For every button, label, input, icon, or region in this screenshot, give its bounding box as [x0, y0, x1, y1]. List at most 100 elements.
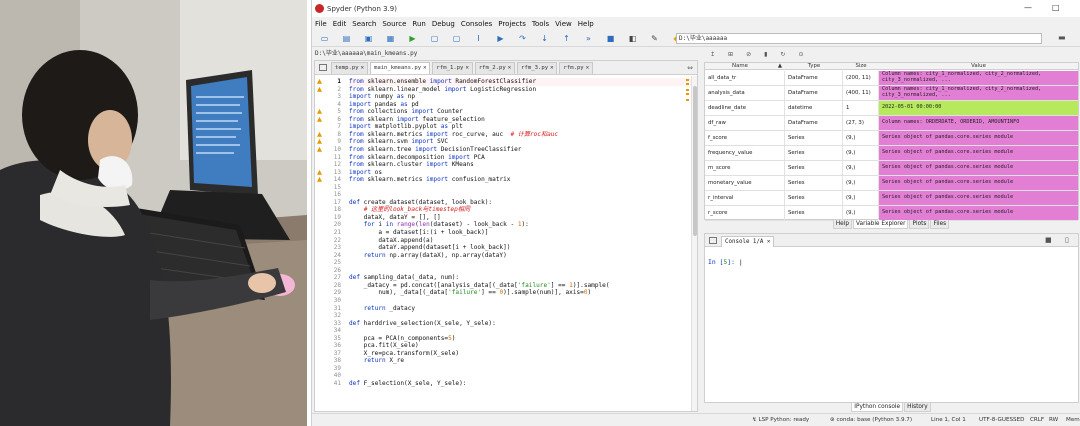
menu-item-view[interactable]: View	[555, 20, 572, 28]
warning-icon[interactable]: ▲	[317, 145, 324, 153]
save-all-icon[interactable]: ▦	[386, 34, 395, 43]
ve-header-name[interactable]: Name	[705, 63, 775, 69]
code-line[interactable]: for i in range(len(dataset) - look_back …	[349, 221, 529, 229]
step-icon[interactable]: ↷	[518, 34, 527, 43]
working-directory-input[interactable]: D:\毕业\aaaaaa	[676, 33, 1042, 44]
restore-icon[interactable]: □	[1052, 3, 1060, 12]
code-line[interactable]: return _datacy	[349, 305, 415, 313]
options-icon[interactable]: ⊙	[798, 51, 803, 58]
console-tab[interactable]: Console 1/A ✕	[721, 236, 775, 247]
code-line[interactable]: from sklearn.metrics import roc_curve, a…	[349, 131, 558, 139]
code-line[interactable]: X_re=pca.transform(X_sele)	[349, 350, 459, 358]
variable-row[interactable]: monetary_value Series (9,) Series object of…	[705, 176, 1078, 191]
console-menu-icon[interactable]: ▯	[1065, 236, 1069, 244]
code-line[interactable]: import os	[349, 169, 382, 177]
stop-icon[interactable]: ■	[606, 34, 615, 43]
close-icon[interactable]: ✕	[550, 65, 553, 71]
debug-icon[interactable]: ▶	[496, 34, 505, 43]
code-line[interactable]: from sklearn.decomposition import PCA	[349, 154, 485, 162]
code-area[interactable]: from sklearn.ensemble import RandomFores…	[349, 76, 693, 411]
code-line[interactable]: import numpy as np	[349, 93, 415, 101]
code-line[interactable]: def F_selection(X_sele, Y_sele):	[349, 380, 466, 388]
tab-ipython-console[interactable]: IPython console	[851, 403, 904, 412]
close-icon[interactable]: ✕	[508, 65, 511, 71]
browse-folder-icon[interactable]: ▬	[1058, 33, 1066, 42]
pane-options-icon[interactable]	[709, 237, 717, 244]
tab-plots[interactable]: Plots	[909, 220, 930, 229]
code-line[interactable]: num), _data[(_data['failure'] == 0)].sam…	[349, 289, 591, 297]
editor-tab-rfm_3-py[interactable]: rfm_3.py ✕	[517, 62, 558, 74]
maximize-pane-icon[interactable]: ◧	[628, 34, 637, 43]
variable-row[interactable]: all_data_tr DataFrame (200, 11) Column name…	[705, 71, 1078, 86]
tab-help[interactable]: Help	[832, 220, 853, 229]
variable-row[interactable]: frequency_value Series (9,) Series object o…	[705, 146, 1078, 161]
code-line[interactable]: from sklearn.metrics import confusion_ma…	[349, 176, 510, 184]
warning-icon[interactable]: ▲	[317, 115, 324, 123]
close-icon[interactable]: ✕	[465, 65, 468, 71]
tab-menu-icon[interactable]: ⇔	[687, 64, 693, 72]
warning-icon[interactable]: ▲	[317, 78, 324, 85]
menu-item-debug[interactable]: Debug	[432, 20, 455, 28]
stop-kernel-icon[interactable]: ■	[1045, 236, 1052, 244]
ve-header-value[interactable]: Value	[879, 63, 1078, 69]
menu-item-source[interactable]: Source	[382, 20, 406, 28]
code-line[interactable]: import matplotlib.pyplot as plt	[349, 123, 463, 131]
open-file-icon[interactable]: ▤	[342, 34, 351, 43]
code-line[interactable]: import pandas as pd	[349, 101, 419, 109]
variable-row[interactable]: analysis_data DataFrame (400, 11) Column na…	[705, 86, 1078, 101]
pane-options-icon[interactable]	[319, 64, 327, 71]
warning-icon[interactable]: ▲	[317, 85, 324, 93]
ve-header-type[interactable]: Type	[785, 63, 843, 69]
menu-item-tools[interactable]: Tools	[532, 20, 549, 28]
refresh-icon[interactable]: ▮	[764, 51, 767, 58]
code-line[interactable]: pca.fit(X_sele)	[349, 342, 419, 350]
variable-row[interactable]: deadline_date datetime 1 2022-05-01 00:00:0…	[705, 101, 1078, 116]
run-selection-icon[interactable]: Ⅰ	[474, 34, 483, 43]
code-line[interactable]: def sampling_data(_data, num):	[349, 274, 459, 282]
close-icon[interactable]: ✕	[361, 65, 364, 71]
code-line[interactable]: from sklearn import feature_selection	[349, 116, 485, 124]
variable-row[interactable]: df_raw DataFrame (27, 3) Column names: ORDE…	[705, 116, 1078, 131]
continue-icon[interactable]: »	[584, 34, 593, 43]
run-icon[interactable]: ▶	[408, 34, 417, 43]
menu-item-search[interactable]: Search	[352, 20, 376, 28]
tab-history[interactable]: History	[904, 403, 931, 412]
menu-item-run[interactable]: Run	[412, 20, 425, 28]
editor-tab-main_kmeans-py[interactable]: main_kmeans.py ✕	[369, 62, 431, 74]
menu-item-consoles[interactable]: Consoles	[461, 20, 492, 28]
menu-item-edit[interactable]: Edit	[333, 20, 347, 28]
editor-tab-rfm_2-py[interactable]: rfm_2.py ✕	[474, 62, 516, 74]
editor-scrollbar[interactable]	[691, 76, 697, 411]
new-file-icon[interactable]: ▭	[320, 34, 329, 43]
tab-variable-explorer[interactable]: Variable Explorer	[853, 220, 909, 229]
variable-row[interactable]: r_interval Series (9,) Series object of pan…	[705, 191, 1078, 206]
code-line[interactable]: from sklearn.svm import SVC	[349, 138, 448, 146]
code-line[interactable]: dataX, dataY = [], []	[349, 214, 441, 222]
code-line[interactable]: pca = PCA(n_components=5)	[349, 335, 456, 343]
code-line[interactable]: return X_re	[349, 357, 404, 365]
code-line[interactable]: from sklearn.ensemble import RandomFores…	[349, 78, 693, 86]
ve-header-size[interactable]: Size	[843, 63, 879, 69]
editor-tab-rfm-py[interactable]: rfm.py ✕	[559, 62, 594, 74]
step-into-icon[interactable]: ↓	[540, 34, 549, 43]
code-line[interactable]: # 这里的look_back与timestep相同	[349, 206, 470, 214]
step-return-icon[interactable]: ↑	[562, 34, 571, 43]
save-icon[interactable]: ▣	[364, 34, 373, 43]
code-line[interactable]: dataY.append(dataset[i + look_back])	[349, 244, 510, 252]
close-icon[interactable]: ✕	[423, 65, 426, 71]
editor-scrollbar-thumb[interactable]	[693, 86, 697, 236]
code-line[interactable]: return np.array(dataX), np.array(dataY)	[349, 252, 507, 260]
menu-item-file[interactable]: File	[315, 20, 327, 28]
warning-icon[interactable]: ▲	[317, 176, 324, 183]
tab-files[interactable]: Files	[930, 220, 950, 229]
close-icon[interactable]: ✕	[586, 65, 589, 71]
code-line[interactable]: from sklearn.linear_model import Logisti…	[349, 86, 536, 94]
code-line[interactable]: dataX.append(a)	[349, 237, 433, 245]
preferences-icon[interactable]: ✎	[650, 34, 659, 43]
code-line[interactable]: from collections import Counter	[349, 108, 463, 116]
code-line[interactable]: a = dataset[i:(i + look_back)]	[349, 229, 488, 237]
save-data-icon[interactable]: ⊞	[728, 51, 733, 58]
editor-tab-rfm_1-py[interactable]: rfm_1.py ✕	[432, 62, 473, 74]
search-icon[interactable]: ↻	[780, 51, 785, 58]
run-cell-icon[interactable]: ▢	[430, 34, 439, 43]
